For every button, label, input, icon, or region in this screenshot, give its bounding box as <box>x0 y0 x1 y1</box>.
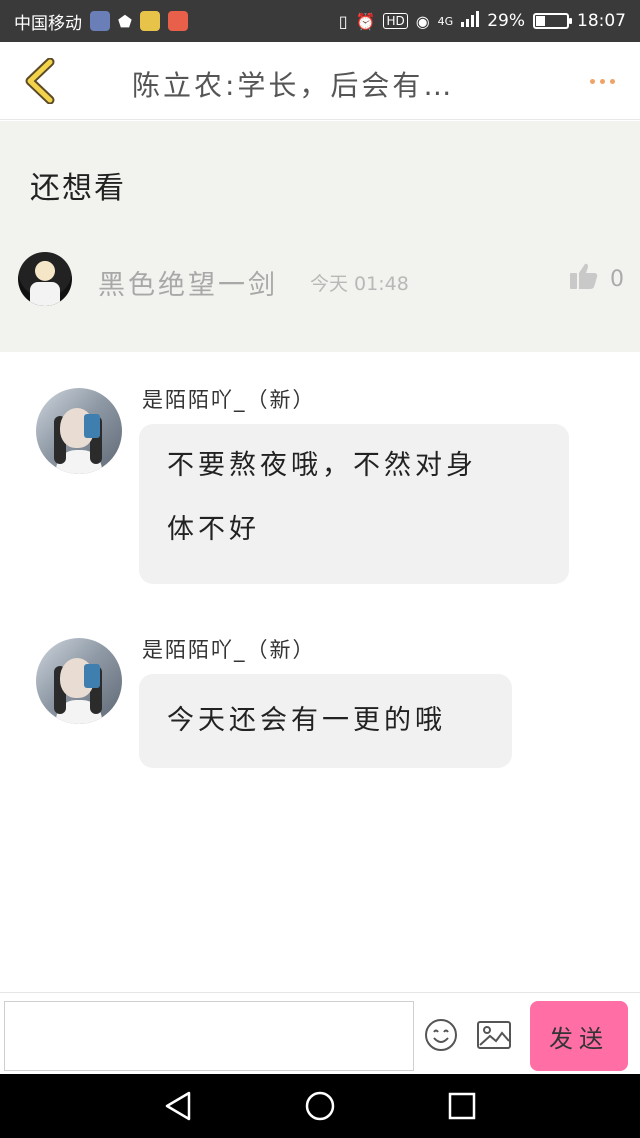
like-count: 0 <box>610 267 624 292</box>
shield-icon: ⬟ <box>118 11 132 31</box>
recents-square-icon <box>448 1092 476 1120</box>
nav-back-button[interactable] <box>160 1088 196 1124</box>
message-line: 不要熬夜哦，不然对身 <box>167 450 477 481</box>
app-notification-icon <box>90 11 110 31</box>
battery-icon <box>533 13 572 29</box>
avatar[interactable] <box>36 638 122 724</box>
reply-input-bar: 发送 <box>0 992 640 1074</box>
back-button[interactable] <box>14 56 64 106</box>
more-dots-icon <box>609 78 615 84</box>
home-circle-icon <box>305 1091 335 1121</box>
image-icon[interactable] <box>476 1019 512 1051</box>
thumbs-up-icon[interactable] <box>570 263 598 289</box>
message-line: 体不好 <box>167 514 260 545</box>
message-bubble: 今天还会有一更的哦 <box>139 674 512 768</box>
network-label: 4G <box>437 14 454 28</box>
back-triangle-icon <box>165 1091 191 1121</box>
message-line: 今天还会有一更的哦 <box>167 705 446 736</box>
avatar[interactable] <box>36 388 122 474</box>
alarm-icon: ⏰ <box>355 11 376 31</box>
reply-input[interactable] <box>4 1001 414 1071</box>
emoji-icon[interactable] <box>424 1018 458 1052</box>
original-comment-panel: 还想看 黑色绝望一剑 今天 01:48 0 <box>0 121 640 352</box>
clock: 18:07 <box>577 11 626 31</box>
original-comment-text: 还想看 <box>30 171 126 206</box>
vibrate-icon: ▯ <box>338 11 348 31</box>
eye-icon: ◉ <box>415 11 430 31</box>
chevron-left-icon <box>25 58 55 104</box>
star-notification-icon <box>139 11 160 31</box>
avatar[interactable] <box>18 252 72 306</box>
message-bubble: 不要熬夜哦，不然对身 体不好 <box>139 424 569 584</box>
nav-recents-button[interactable] <box>444 1088 480 1124</box>
hd-icon: HD <box>383 13 408 29</box>
status-bar: 中国移动 ⬟ ▯ ⏰ HD ◉ 4G 29% 18:07 <box>0 0 640 42</box>
signal-icon <box>461 10 480 32</box>
more-options-button[interactable] <box>582 66 622 96</box>
reply-author[interactable]: 是陌陌吖_（新） <box>142 384 316 414</box>
page-title: 陈立农:学长，后会有… <box>132 69 455 102</box>
more-dots-icon <box>589 78 595 84</box>
reply-author[interactable]: 是陌陌吖_（新） <box>142 634 316 664</box>
battery-percent: 29% <box>487 11 525 31</box>
send-button[interactable]: 发送 <box>530 1001 628 1071</box>
nav-home-button[interactable] <box>302 1088 338 1124</box>
system-nav-bar <box>0 1074 640 1138</box>
header-bar: 陈立农:学长，后会有… <box>0 42 640 120</box>
comment-time: 今天 01:48 <box>310 273 409 295</box>
mail-notification-icon <box>167 11 188 31</box>
comment-author[interactable]: 黑色绝望一剑 <box>98 263 278 302</box>
more-dots-icon <box>599 78 605 84</box>
carrier-label: 中国移动 <box>14 13 82 34</box>
